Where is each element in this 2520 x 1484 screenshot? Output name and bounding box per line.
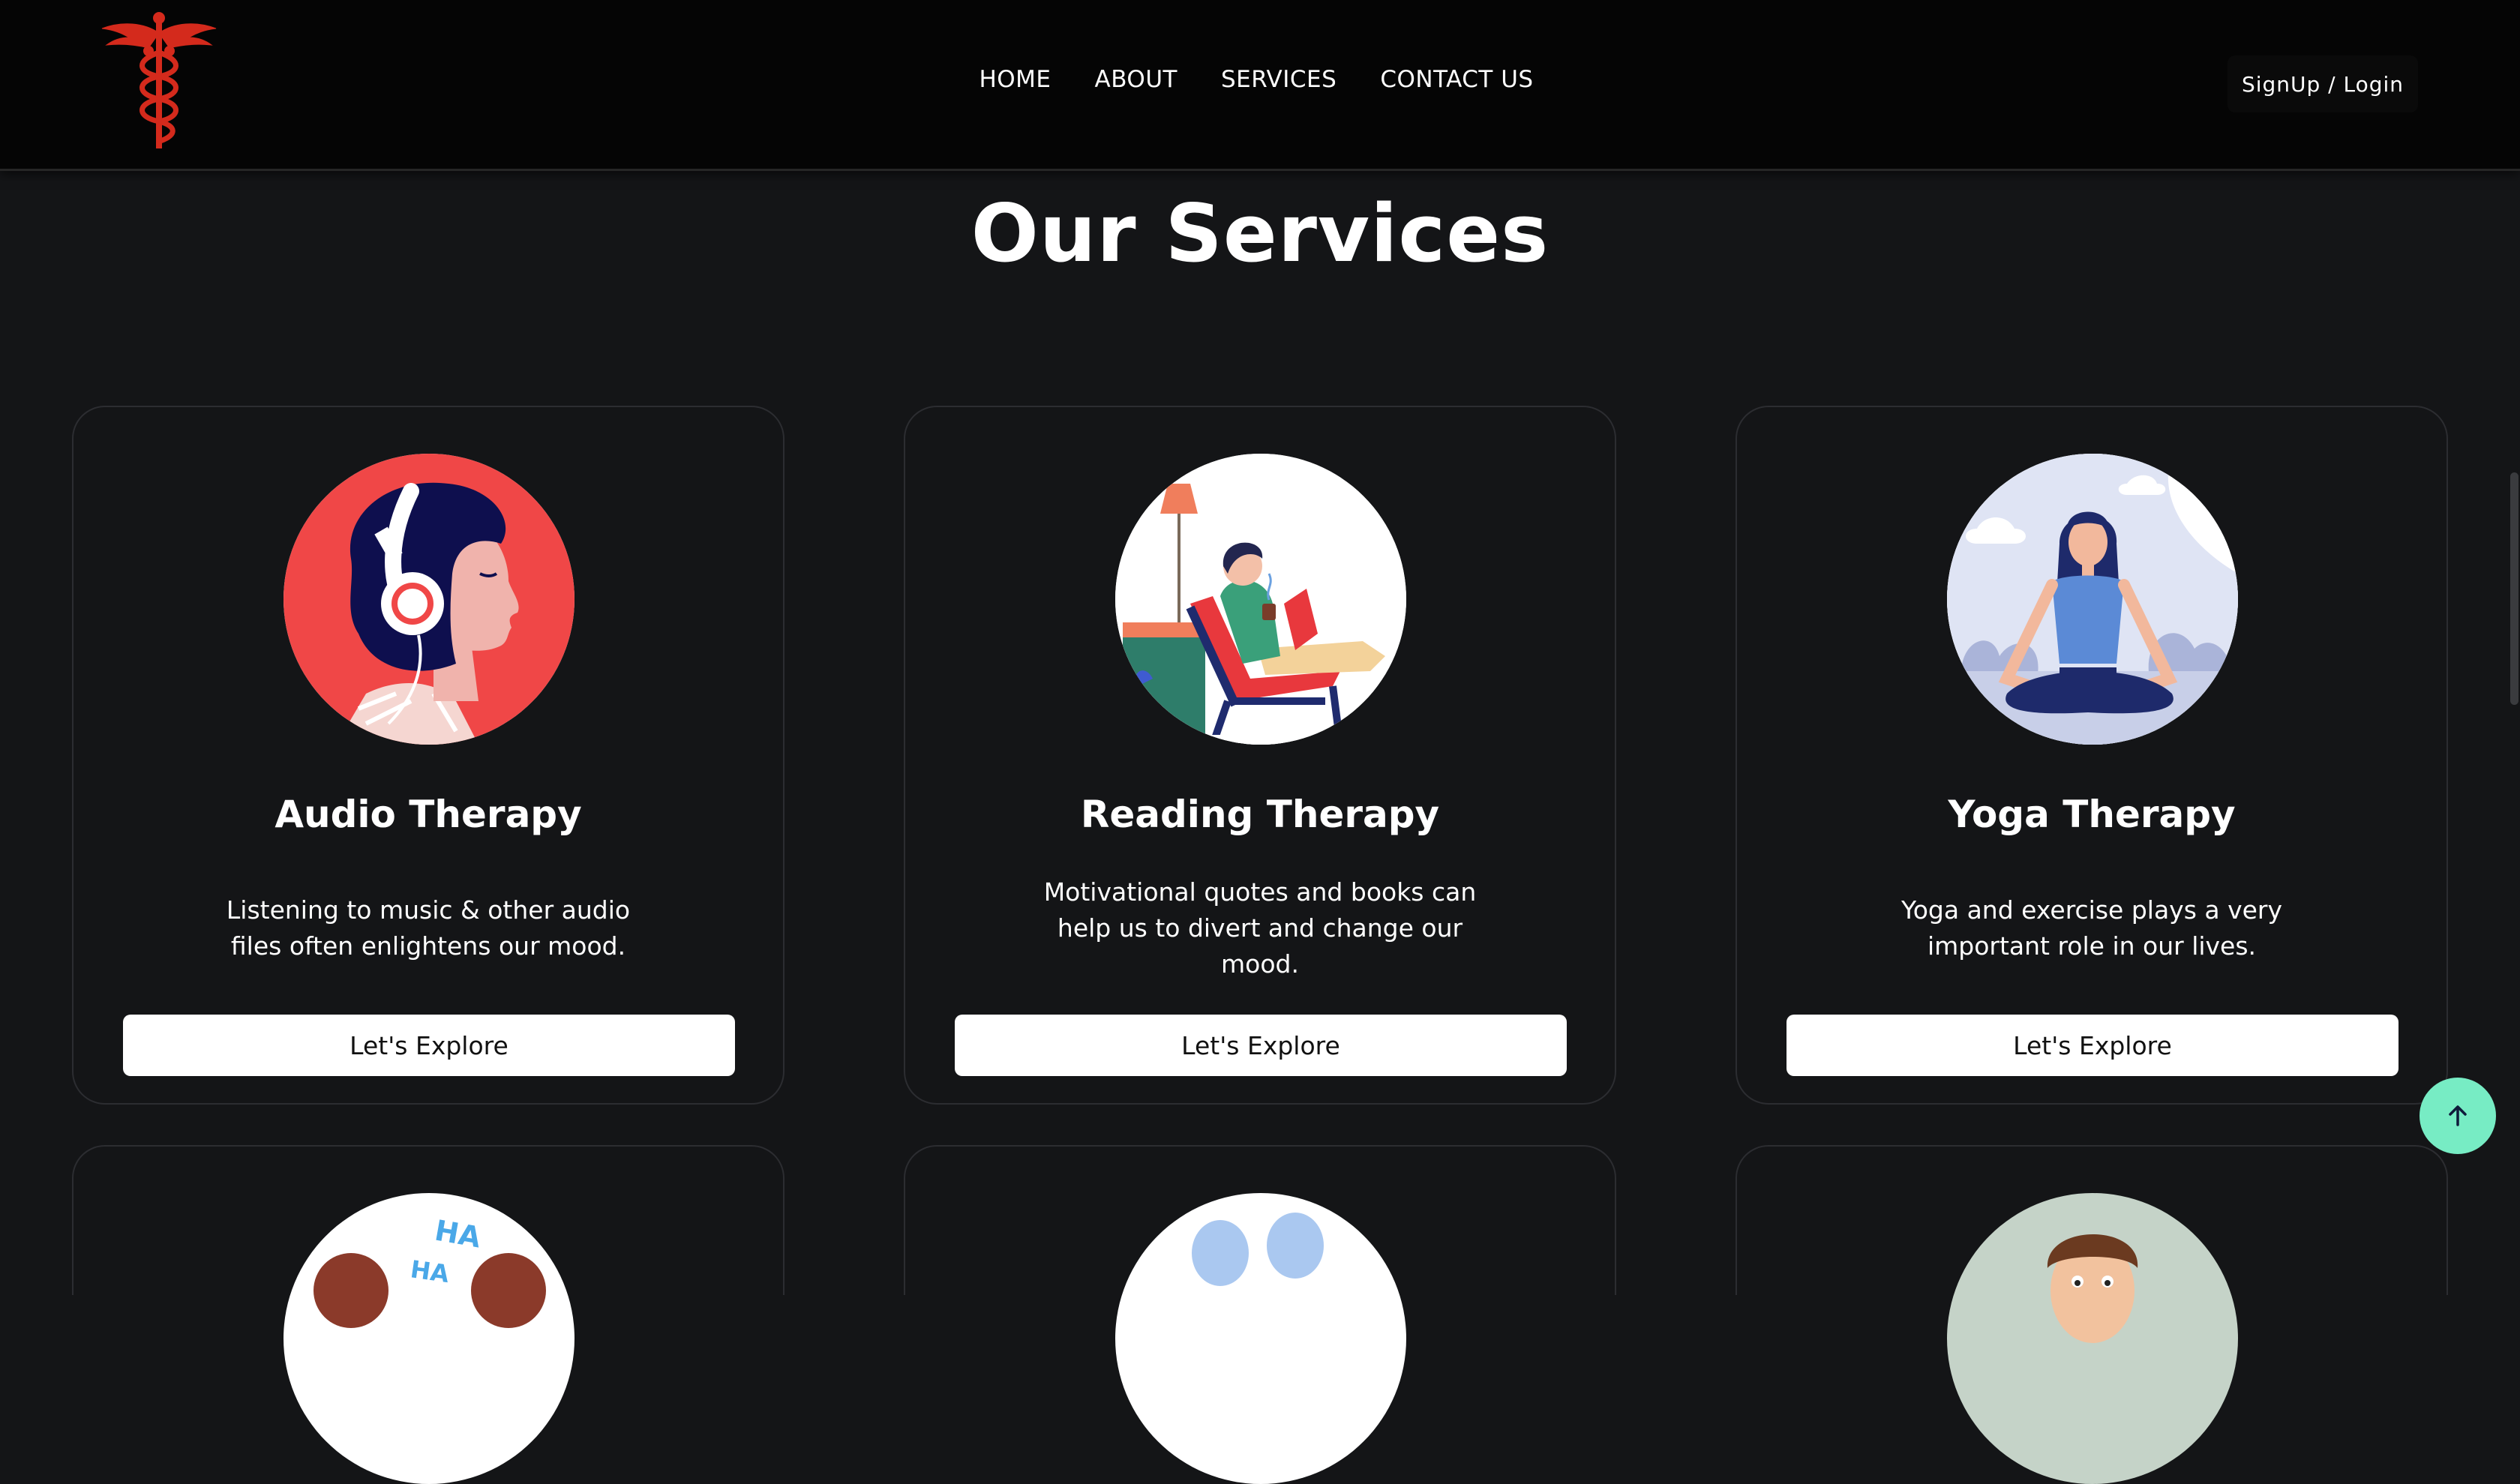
explore-reading-button[interactable]: Let's Explore bbox=[955, 1015, 1567, 1076]
arrow-up-icon bbox=[2449, 1105, 2467, 1126]
nav-contact-link[interactable]: CONTACT US bbox=[1380, 66, 1533, 93]
service-description: Listening to music & other audio files o… bbox=[226, 895, 631, 961]
service-card-audio: Audio Therapy Listening to music & other… bbox=[72, 406, 784, 1105]
service-description: Yoga and exercise plays a very important… bbox=[1900, 895, 2283, 961]
service-card-balloons bbox=[904, 1145, 1616, 1484]
audio-therapy-image bbox=[284, 454, 574, 745]
signup-login-button[interactable]: SignUp / Login bbox=[2228, 55, 2418, 112]
ha-text: HA bbox=[409, 1255, 452, 1288]
explore-audio-button[interactable]: Let's Explore bbox=[123, 1015, 735, 1076]
balloons-image bbox=[1115, 1193, 1406, 1484]
nav-home-link[interactable]: HOME bbox=[979, 66, 1051, 93]
laughter-therapy-image: HA HA bbox=[284, 1193, 574, 1484]
counseling-image bbox=[1947, 1193, 2238, 1484]
main-nav: HOME ABOUT SERVICES CONTACT US bbox=[0, 66, 2520, 93]
service-description: Motivational quotes and books can help u… bbox=[1043, 877, 1477, 979]
service-title: Reading Therapy bbox=[1080, 793, 1440, 836]
yoga-therapy-image bbox=[1947, 454, 2238, 745]
service-card-reading: Reading Therapy Motivational quotes and … bbox=[904, 406, 1616, 1105]
scroll-to-top-button[interactable] bbox=[2420, 1078, 2496, 1154]
page-scrollbar[interactable] bbox=[2510, 472, 2518, 705]
service-title: Yoga Therapy bbox=[1948, 793, 2236, 836]
reading-therapy-image bbox=[1115, 454, 1406, 745]
service-card-counseling bbox=[1736, 1145, 2448, 1484]
top-navbar: HOME ABOUT SERVICES CONTACT US SignUp / … bbox=[0, 0, 2520, 171]
service-card-laughter: HA HA bbox=[72, 1145, 784, 1484]
nav-about-link[interactable]: ABOUT bbox=[1094, 66, 1177, 93]
service-card-yoga: Yoga Therapy Yoga and exercise plays a v… bbox=[1736, 406, 2448, 1105]
service-title: Audio Therapy bbox=[274, 793, 582, 836]
nav-services-link[interactable]: SERVICES bbox=[1221, 66, 1336, 93]
section-title: Our Services bbox=[970, 187, 1550, 280]
explore-yoga-button[interactable]: Let's Explore bbox=[1786, 1015, 2398, 1076]
